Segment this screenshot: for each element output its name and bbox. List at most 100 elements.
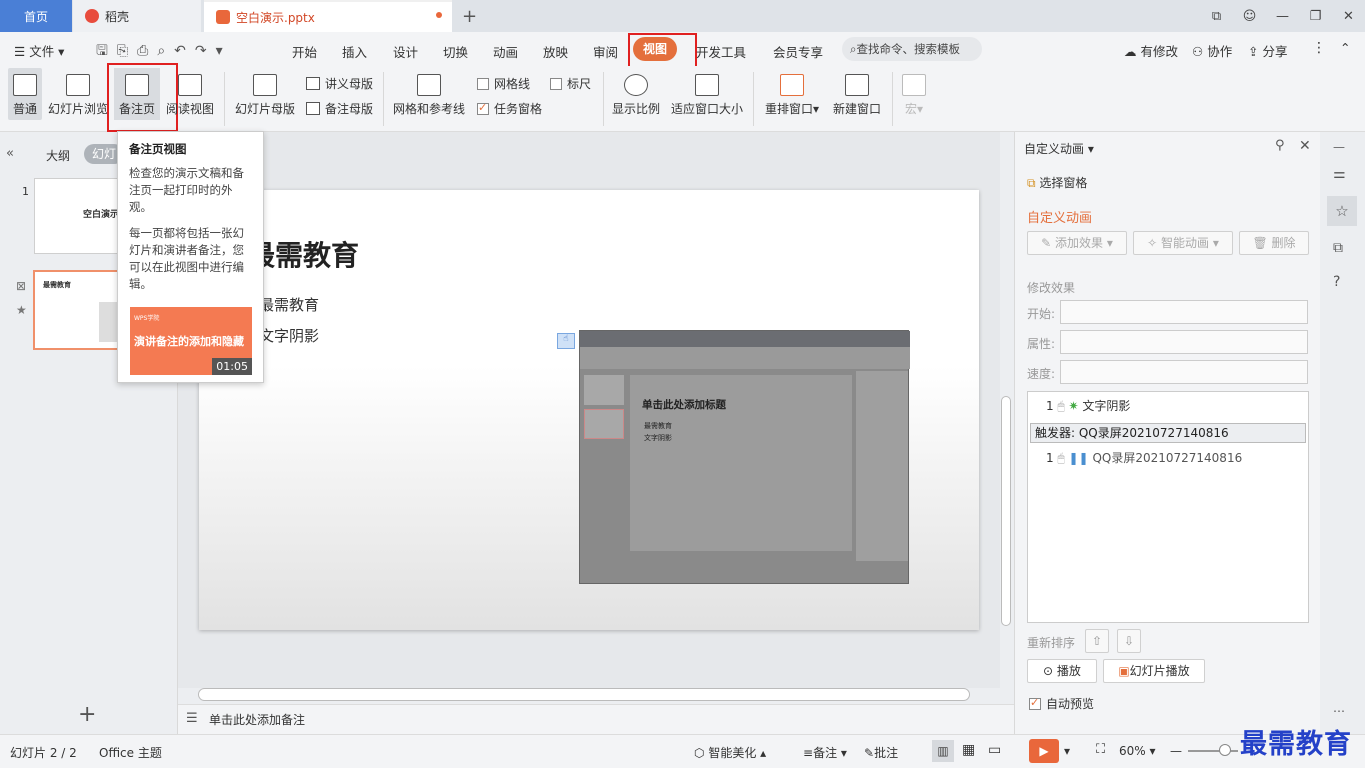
settings-sliders-icon[interactable]: ⚌: [1333, 166, 1346, 182]
scroll-thumb[interactable]: [1001, 396, 1011, 626]
notes-toggle-button[interactable]: ≡备注 ▾: [803, 744, 847, 761]
collapse-ribbon-icon[interactable]: ⌃: [1340, 40, 1350, 55]
trigger-row[interactable]: 触发器: QQ录屏20210727140816: [1030, 423, 1306, 443]
slide-master-button[interactable]: 幻灯片母版: [232, 74, 298, 117]
menu-review[interactable]: 审阅: [593, 42, 618, 61]
menu-transition[interactable]: 切换: [443, 42, 468, 61]
tab-home[interactable]: 首页: [0, 0, 72, 32]
tooltip-video-thumbnail[interactable]: WPS学院 演讲备注的添加和隐藏 01:05: [130, 307, 252, 375]
menu-animation[interactable]: 动画: [493, 42, 518, 61]
zoom-level[interactable]: 60% ▾: [1119, 744, 1156, 758]
slide-bullet-2[interactable]: 文字阴影: [259, 325, 319, 346]
sidebar-collapse-icon[interactable]: —: [1333, 140, 1345, 154]
start-select[interactable]: [1060, 300, 1308, 324]
slideshow-options-icon[interactable]: ▾: [1064, 744, 1070, 758]
more-options-icon[interactable]: ⋯: [1333, 704, 1345, 718]
menu-member[interactable]: 会员专享: [773, 42, 823, 61]
grid-view-icon: [66, 74, 90, 96]
smart-beautify-button[interactable]: ⬡ 智能美化 ▴: [694, 744, 766, 761]
slide-counter: 幻灯片 2 / 2: [10, 746, 77, 760]
more-icon[interactable]: ⋮: [1312, 40, 1326, 56]
collapse-pane-icon[interactable]: «: [6, 146, 14, 161]
notes-area[interactable]: ☰ 单击此处添加备注: [178, 704, 1014, 734]
menu-insert[interactable]: 插入: [342, 42, 367, 61]
play-button[interactable]: ⊙ 播放: [1027, 659, 1097, 683]
ribbon-divider: [603, 72, 604, 126]
delete-button[interactable]: 🗑 删除: [1239, 231, 1309, 255]
menu-slideshow[interactable]: 放映: [543, 42, 568, 61]
minimize-icon[interactable]: —: [1266, 9, 1299, 24]
tab-document[interactable]: 空白演示.pptx: [204, 0, 452, 32]
move-down-button[interactable]: ⇩: [1117, 629, 1141, 653]
speed-label: 速度:: [1027, 367, 1056, 381]
zoom-out-icon[interactable]: —: [1170, 744, 1182, 758]
new-window-button[interactable]: 新建窗口: [830, 74, 884, 117]
reading-view-status-icon[interactable]: ▭: [988, 742, 1001, 758]
notes-master-button[interactable]: 备注母版: [306, 100, 373, 117]
handout-master-button[interactable]: 讲义母版: [306, 75, 373, 92]
slideshow-button[interactable]: ▣幻灯片播放: [1103, 659, 1205, 683]
arrange-windows-button[interactable]: 重排窗口▾: [760, 74, 824, 117]
animation-item[interactable]: 1 🖱 ✷ 文字阴影: [1046, 397, 1130, 414]
checkbox-icon: [550, 77, 562, 90]
vertical-scrollbar[interactable]: [1000, 132, 1014, 688]
slide-bullet-1[interactable]: 最需教育: [259, 294, 319, 315]
reading-view-button[interactable]: 阅读视图: [164, 74, 216, 117]
task-pane-checkbox[interactable]: 任务窗格: [477, 100, 542, 117]
help-icon[interactable]: ?: [1333, 274, 1340, 290]
menu-start[interactable]: 开始: [292, 42, 317, 61]
gridlines-checkbox[interactable]: 网格线: [477, 75, 530, 92]
tab-daoke[interactable]: 稻壳: [73, 0, 201, 32]
tooltip-text: 检查您的演示文稿和备注页一起打印时的外观。: [129, 166, 244, 214]
macro-button[interactable]: 宏▾: [898, 74, 930, 117]
panel-header[interactable]: 自定义动画 ▾: [1024, 140, 1094, 157]
animation-list: 1 🖱 ✷ 文字阴影 触发器: QQ录屏20210727140816 1 🖱 ❚…: [1027, 391, 1309, 623]
normal-view-status-icon[interactable]: ▥: [932, 740, 954, 762]
panel-close-icon[interactable]: ✕: [1299, 138, 1311, 154]
avatar[interactable]: ☺: [1233, 9, 1266, 24]
speed-select[interactable]: [1060, 360, 1308, 384]
notes-placeholder[interactable]: 单击此处添加备注: [209, 711, 305, 728]
autopreview-checkbox[interactable]: 自动预览: [1029, 695, 1094, 712]
animation-item[interactable]: 1 🖱 ❚❚ QQ录屏20210727140816: [1046, 449, 1242, 466]
fit-window-button[interactable]: 适应窗口大小: [668, 74, 746, 117]
embedded-video[interactable]: 单击此处添加标题 最需教育 文字阴影: [579, 330, 910, 584]
property-select[interactable]: [1060, 330, 1308, 354]
move-up-button[interactable]: ⇧: [1085, 629, 1109, 653]
tab-outline[interactable]: 大纲: [46, 147, 70, 164]
modified-button[interactable]: ☁ 有修改: [1124, 41, 1178, 60]
trigger-icon[interactable]: ☝: [557, 333, 575, 349]
comments-button[interactable]: ✎批注: [864, 744, 898, 761]
zoom-button[interactable]: 显示比例: [608, 74, 664, 117]
share-button[interactable]: ⇪ 分享: [1248, 41, 1287, 60]
scroll-thumb[interactable]: [198, 688, 970, 701]
collaborate-button[interactable]: ⚇ 协作: [1192, 41, 1232, 60]
slide[interactable]: 最需教育 最需教育 文字阴影 ☝ 单击此处添加标题 最需教育 文字阴影: [199, 190, 979, 630]
zoom-slider-handle[interactable]: [1219, 744, 1231, 756]
pin-icon[interactable]: ⚲: [1275, 138, 1285, 153]
grid-view-status-icon[interactable]: ▦: [962, 742, 975, 758]
quick-access-icons[interactable]: 🖫⎘⎙⌕↶↷▾: [96, 40, 232, 64]
smart-animation-button[interactable]: ✧ 智能动画 ▾: [1133, 231, 1233, 255]
menu-developer[interactable]: 开发工具: [696, 42, 746, 61]
search-input[interactable]: ⌕查找命令、搜索模板: [842, 37, 982, 61]
ruler-checkbox[interactable]: 标尺: [550, 75, 591, 92]
play-slideshow-button[interactable]: ▶: [1029, 739, 1059, 763]
transition-pane-icon[interactable]: ⧉: [1333, 240, 1343, 256]
file-menu[interactable]: ☰ 文件 ▾: [14, 41, 64, 60]
slide-browse-button[interactable]: 幻灯片浏览: [46, 74, 110, 117]
window-count-icon[interactable]: ⧉: [1200, 9, 1233, 24]
normal-view-button[interactable]: 普通: [8, 74, 42, 117]
horizontal-scrollbar[interactable]: [178, 688, 1014, 704]
selection-pane-button[interactable]: ⧉ 选择窗格: [1027, 174, 1087, 191]
close-icon[interactable]: ✕: [1332, 9, 1365, 24]
fit-icon[interactable]: ⛶: [1096, 742, 1105, 757]
add-slide-button[interactable]: +: [78, 702, 96, 727]
new-tab-button[interactable]: +: [462, 6, 477, 27]
section-title: 自定义动画: [1027, 211, 1093, 226]
grid-guides-button[interactable]: 网格和参考线: [390, 74, 468, 117]
add-effect-button[interactable]: ✎ 添加效果 ▾: [1027, 231, 1127, 255]
animation-pane-icon[interactable]: ☆: [1327, 196, 1357, 226]
menu-design[interactable]: 设计: [393, 42, 418, 61]
restore-icon[interactable]: ❐: [1299, 9, 1332, 24]
